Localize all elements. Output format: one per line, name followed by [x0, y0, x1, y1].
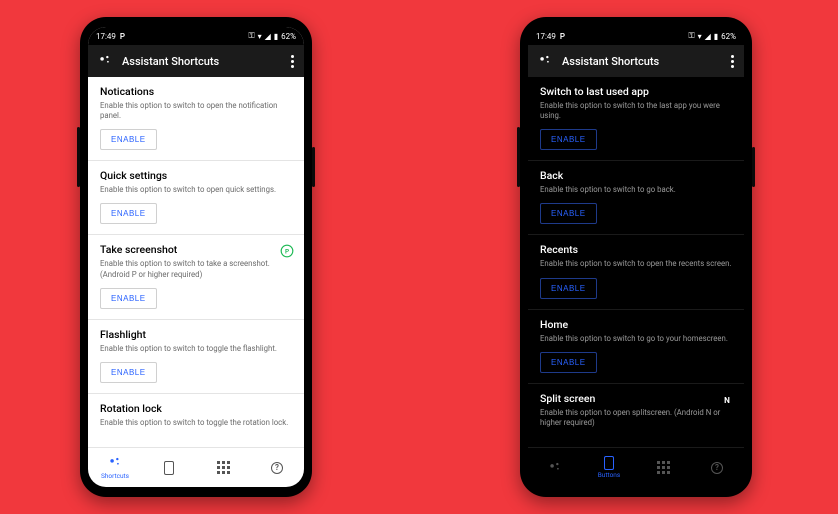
card-title: Notications	[100, 85, 292, 98]
android-p-badge-icon: P	[280, 243, 294, 257]
card-title: Recents	[540, 243, 732, 256]
signal-icon: ◢	[265, 32, 271, 41]
card-title: Quick settings	[100, 169, 292, 182]
enable-button[interactable]: ENABLE	[100, 362, 157, 383]
svg-text:N: N	[724, 395, 730, 405]
card-recents: Recents Enable this option to switch to …	[528, 235, 744, 309]
app-bar: Assistant Shortcuts	[88, 45, 304, 77]
app-logo-icon	[98, 53, 112, 70]
android-n-badge-icon: N	[720, 392, 734, 406]
nav-shortcuts[interactable]	[528, 448, 582, 487]
bottom-nav: Buttons ?	[528, 447, 744, 487]
card-back: Back Enable this option to switch to go …	[528, 161, 744, 235]
bottom-nav: Shortcuts ?	[88, 447, 304, 487]
signal-icon: ◢	[705, 32, 711, 41]
card-quick-settings: Quick settings Enable this option to swi…	[88, 161, 304, 235]
battery-icon: ▮	[714, 32, 718, 41]
enable-button[interactable]: ENABLE	[100, 203, 157, 224]
phone-icon	[604, 456, 614, 470]
card-desc: Enable this option to switch to the last…	[540, 101, 732, 121]
card-desc: Enable this option to open splitscreen. …	[540, 408, 732, 428]
enable-button[interactable]: ENABLE	[540, 129, 597, 150]
enable-button[interactable]: ENABLE	[100, 288, 157, 309]
card-title: Flashlight	[100, 328, 292, 341]
card-title: Take screenshot	[100, 243, 292, 256]
card-notifications: Notications Enable this option to switch…	[88, 77, 304, 161]
card-title: Rotation lock	[100, 402, 292, 415]
status-right: ⚿ ▾ ◢ ▮ 62%	[688, 31, 736, 41]
card-desc: Enable this option to switch to go back.	[540, 185, 732, 195]
app-title: Assistant Shortcuts	[122, 55, 281, 68]
content-light[interactable]: Notications Enable this option to switch…	[88, 77, 304, 447]
battery-icon: ▮	[274, 32, 278, 41]
nav-help[interactable]: ?	[250, 448, 304, 487]
card-desc: Enable this option to switch to take a s…	[100, 259, 292, 279]
card-home: Home Enable this option to switch to go …	[528, 310, 744, 384]
card-title: Home	[540, 318, 732, 331]
app-logo-icon	[538, 53, 552, 70]
nav-apps[interactable]	[636, 448, 690, 487]
notch	[151, 27, 241, 43]
nav-label: Shortcuts	[101, 472, 129, 480]
enable-button[interactable]: ENABLE	[540, 278, 597, 299]
status-battery: 62%	[721, 32, 736, 41]
content-dark[interactable]: Switch to last used app Enable this opti…	[528, 77, 744, 447]
card-title: Switch to last used app	[540, 85, 732, 98]
card-desc: Enable this option to switch to toggle t…	[100, 418, 292, 428]
card-last-app: Switch to last used app Enable this opti…	[528, 77, 744, 161]
nav-buttons[interactable]: Buttons	[582, 448, 636, 487]
card-split-screen: N Split screen Enable this option to ope…	[528, 384, 744, 438]
card-take-screenshot: P Take screenshot Enable this option to …	[88, 235, 304, 319]
overflow-menu-icon[interactable]	[291, 55, 294, 68]
card-desc: Enable this option to switch to open the…	[540, 259, 732, 269]
card-desc: Enable this option to switch to open the…	[100, 101, 292, 121]
app-title: Assistant Shortcuts	[562, 55, 721, 68]
nav-shortcuts[interactable]: Shortcuts	[88, 448, 142, 487]
card-rotation-lock: Rotation lock Enable this option to swit…	[88, 394, 304, 438]
enable-button[interactable]: ENABLE	[100, 129, 157, 150]
nav-help[interactable]: ?	[690, 448, 744, 487]
overflow-menu-icon[interactable]	[731, 55, 734, 68]
nav-label: Buttons	[598, 471, 620, 479]
wifi-icon: ▾	[698, 32, 702, 41]
screen-light: 17:49 P ⚿ ▾ ◢ ▮ 62% Assistant Shortcuts …	[88, 27, 304, 487]
status-indicator: P	[560, 32, 565, 41]
key-icon: ⚿	[688, 31, 694, 41]
phone-frame-light: 17:49 P ⚿ ▾ ◢ ▮ 62% Assistant Shortcuts …	[80, 17, 312, 497]
card-title: Back	[540, 169, 732, 182]
card-desc: Enable this option to switch to go to yo…	[540, 334, 732, 344]
card-desc: Enable this option to switch to toggle t…	[100, 344, 292, 354]
apps-grid-icon	[217, 461, 230, 474]
svg-text:P: P	[285, 248, 289, 256]
status-right: ⚿ ▾ ◢ ▮ 62%	[248, 31, 296, 41]
status-indicator: P	[120, 32, 125, 41]
phone-frame-dark: 17:49 P ⚿ ▾ ◢ ▮ 62% Assistant Shortcuts …	[520, 17, 752, 497]
apps-grid-icon	[657, 461, 670, 474]
app-bar: Assistant Shortcuts	[528, 45, 744, 77]
enable-button[interactable]: ENABLE	[540, 352, 597, 373]
screen-dark: 17:49 P ⚿ ▾ ◢ ▮ 62% Assistant Shortcuts …	[528, 27, 744, 487]
card-flashlight: Flashlight Enable this option to switch …	[88, 320, 304, 394]
wifi-icon: ▾	[258, 32, 262, 41]
phone-icon	[164, 461, 174, 475]
status-time: 17:49	[96, 32, 116, 41]
nav-apps[interactable]	[196, 448, 250, 487]
status-battery: 62%	[281, 32, 296, 41]
help-icon: ?	[271, 462, 283, 474]
enable-button[interactable]: ENABLE	[540, 203, 597, 224]
card-desc: Enable this option to switch to open qui…	[100, 185, 292, 195]
shortcuts-icon	[108, 455, 122, 471]
shortcuts-icon	[548, 460, 562, 476]
nav-buttons[interactable]	[142, 448, 196, 487]
help-icon: ?	[711, 462, 723, 474]
status-time: 17:49	[536, 32, 556, 41]
card-title: Split screen	[540, 392, 732, 405]
key-icon: ⚿	[248, 31, 254, 41]
notch	[591, 27, 681, 43]
